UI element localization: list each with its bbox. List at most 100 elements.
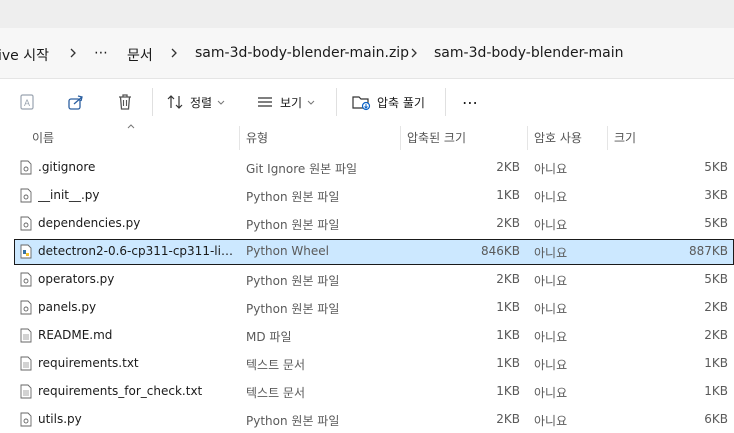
column-divider[interactable]	[527, 126, 528, 150]
column-header-password[interactable]: 암호 사용	[534, 129, 582, 146]
rename-button[interactable]: A	[18, 85, 38, 119]
extract-label: 압축 풀기	[377, 95, 425, 110]
sort-button[interactable]: 정렬	[166, 85, 226, 119]
file-row[interactable]: .gitignore Git Ignore 원본 파일 2KB 아니요 5KB	[14, 155, 734, 181]
file-row[interactable]: operators.py Python 원본 파일 2KB 아니요 5KB	[14, 267, 734, 293]
title-bar-strip	[0, 0, 734, 28]
file-name: requirements_for_check.txt	[38, 384, 203, 398]
text-file-icon	[20, 356, 32, 371]
share-icon	[68, 95, 83, 110]
gear-file-icon	[20, 216, 32, 231]
file-type: Python 원본 파일	[246, 302, 340, 316]
chevron-right-icon	[70, 48, 76, 58]
file-size: 5KB	[704, 216, 728, 230]
text-file-icon	[20, 384, 32, 399]
column-header-compressed-size[interactable]: 압축된 크기	[407, 129, 466, 146]
extract-all-button[interactable]: 압축 풀기	[351, 85, 425, 119]
file-name: README.md	[38, 328, 113, 342]
chevron-down-icon	[307, 100, 315, 105]
view-label: 보기	[280, 95, 303, 110]
file-name: utils.py	[38, 412, 82, 426]
gear-file-icon	[20, 160, 32, 175]
file-row[interactable]: README.md MD 파일 1KB 아니요 2KB	[14, 323, 734, 349]
file-compressed-size: 2KB	[496, 272, 520, 286]
trash-icon	[119, 94, 131, 110]
file-password: 아니요	[534, 190, 568, 204]
file-row[interactable]: utils.py Python 원본 파일 2KB 아니요 6KB	[14, 407, 734, 433]
view-button[interactable]: 보기	[256, 85, 316, 119]
column-divider[interactable]	[607, 126, 608, 150]
file-size: 5KB	[704, 160, 728, 174]
file-row-selected[interactable]: detectron2-0.6-cp311-cp311-linux_x86_64.…	[14, 239, 734, 265]
chevron-right-icon	[171, 48, 177, 58]
file-password: 아니요	[534, 162, 568, 176]
file-size: 887KB	[688, 244, 728, 258]
column-header-name[interactable]: 이름	[32, 129, 54, 146]
breadcrumb-item-folder[interactable]: sam-3d-body-blender-main	[434, 45, 624, 61]
file-password: 아니요	[534, 330, 568, 344]
file-name: .gitignore	[38, 160, 96, 174]
file-password: 아니요	[534, 246, 568, 260]
more-icon: ⋯	[462, 92, 479, 112]
file-type: Python 원본 파일	[246, 274, 340, 288]
gear-file-icon	[20, 300, 32, 315]
column-divider[interactable]	[239, 126, 240, 150]
text-file-icon	[20, 328, 32, 343]
chevron-right-icon	[411, 48, 417, 58]
file-compressed-size: 1KB	[496, 188, 520, 202]
file-compressed-size: 1KB	[496, 384, 520, 398]
file-size: 2KB	[704, 300, 728, 314]
column-divider[interactable]	[400, 126, 401, 150]
file-compressed-size: 846KB	[480, 244, 520, 258]
rename-icon: A	[20, 94, 34, 110]
more-options-button[interactable]: ⋯	[462, 85, 479, 119]
toolbar-divider	[445, 88, 446, 116]
gear-file-icon	[20, 412, 32, 427]
chevron-down-icon	[217, 100, 225, 105]
file-type: Python 원본 파일	[246, 414, 340, 428]
breadcrumb-item-onedrive[interactable]: ive 시작	[0, 45, 49, 65]
file-type: MD 파일	[246, 330, 292, 344]
file-type: 텍스트 문서	[246, 386, 306, 400]
sort-label: 정렬	[190, 95, 213, 110]
file-size: 2KB	[704, 328, 728, 342]
sort-icon	[167, 95, 183, 109]
file-row[interactable]: dependencies.py Python 원본 파일 2KB 아니요 5KB	[14, 211, 734, 237]
file-name: __init__.py	[38, 188, 100, 202]
file-row[interactable]: __init__.py Python 원본 파일 1KB 아니요 3KB	[14, 183, 734, 209]
file-type: 텍스트 문서	[246, 358, 306, 372]
file-password: 아니요	[534, 414, 568, 428]
file-compressed-size: 1KB	[496, 300, 520, 314]
file-compressed-size: 2KB	[496, 216, 520, 230]
file-name: detectron2-0.6-cp311-cp311-linux_x86_64.…	[38, 244, 238, 258]
file-row[interactable]: requirements_for_check.txt 텍스트 문서 1KB 아니…	[14, 379, 734, 405]
column-header-size[interactable]: 크기	[614, 129, 636, 146]
delete-button[interactable]	[115, 85, 135, 119]
svg-text:A: A	[24, 98, 30, 108]
file-password: 아니요	[534, 302, 568, 316]
breadcrumb-item-zip[interactable]: sam-3d-body-blender-main.zip	[195, 45, 409, 61]
file-compressed-size: 1KB	[496, 356, 520, 370]
file-name: requirements.txt	[38, 356, 139, 370]
breadcrumb-item-documents[interactable]: 문서	[127, 45, 153, 65]
toolbar-divider	[336, 88, 337, 116]
file-row[interactable]: panels.py Python 원본 파일 1KB 아니요 2KB	[14, 295, 734, 321]
file-password: 아니요	[534, 386, 568, 400]
python-file-icon	[20, 244, 32, 259]
file-size: 6KB	[704, 412, 728, 426]
file-row[interactable]: requirements.txt 텍스트 문서 1KB 아니요 1KB	[14, 351, 734, 377]
file-type: Python 원본 파일	[246, 190, 340, 204]
gear-file-icon	[20, 188, 32, 203]
column-header-type[interactable]: 유형	[246, 129, 268, 146]
file-type: Python Wheel	[246, 244, 329, 258]
list-view-icon	[258, 97, 272, 107]
toolbar-divider	[152, 88, 153, 116]
file-compressed-size: 1KB	[496, 328, 520, 342]
breadcrumb-overflow[interactable]: ⋯	[94, 45, 108, 61]
sort-ascending-icon	[127, 124, 135, 129]
extract-folder-icon	[352, 96, 371, 111]
file-compressed-size: 2KB	[496, 160, 520, 174]
share-button[interactable]	[66, 85, 86, 119]
file-size: 3KB	[704, 188, 728, 202]
file-name: operators.py	[38, 272, 115, 286]
